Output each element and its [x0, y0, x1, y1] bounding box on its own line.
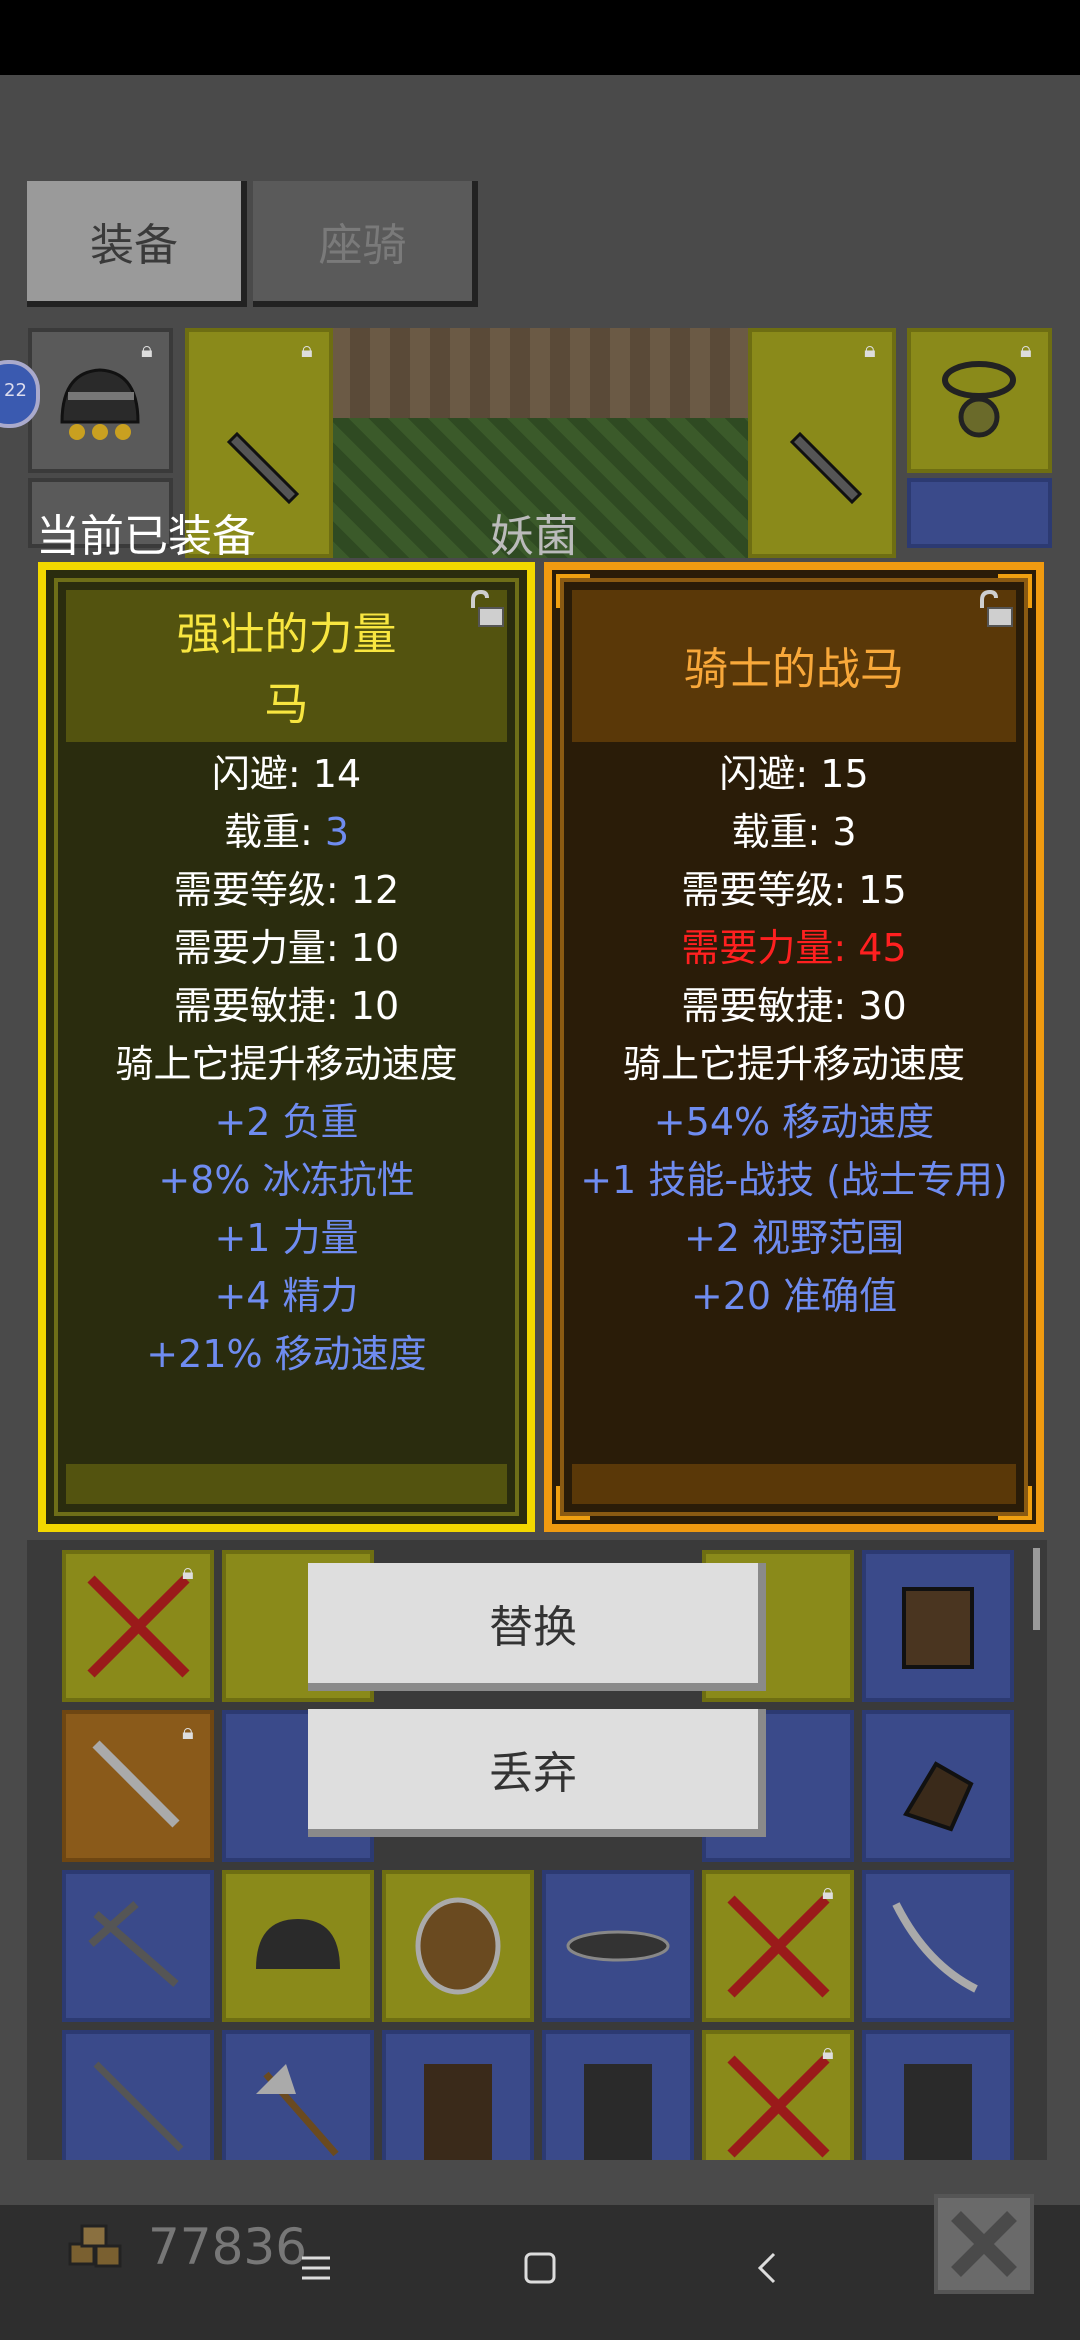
- bonus-line: +4 精力: [214, 1274, 359, 1318]
- equipped-mount-card: 强壮的力量马 闪避: 14 载重: 3 需要等级: 12 需要力量: 10 需要…: [38, 562, 535, 1532]
- stat-dodge: 闪避: 15: [719, 752, 869, 796]
- chest-armor-icon: [584, 2064, 652, 2160]
- bonus-line: +8% 冰冻抗性: [158, 1158, 415, 1202]
- inventory-slot[interactable]: [382, 1870, 534, 2022]
- inventory-slot[interactable]: [222, 2030, 374, 2160]
- gold-coins-icon: [68, 2224, 122, 2268]
- stat-required-strength: 需要力量: 10: [173, 926, 400, 970]
- level-badge-text: 22: [4, 380, 27, 401]
- location-label: 妖菌: [490, 511, 578, 562]
- back-icon: [757, 2252, 776, 2284]
- mount-name: 骑士的战马: [684, 644, 904, 695]
- card-bottom-band: [66, 1464, 507, 1504]
- inventory-slot[interactable]: [542, 1870, 694, 2022]
- mount-name-line1: 强壮的力量: [176, 609, 397, 660]
- mount-stats: 闪避: 14 载重: 3 需要等级: 12 需要力量: 10 需要敏捷: 10 …: [46, 745, 527, 1383]
- inventory-slot[interactable]: [862, 1870, 1014, 2022]
- lock-icon: 🔒︎: [141, 338, 153, 363]
- mount-name: 强壮的力量马: [66, 600, 507, 740]
- frame-corner-ornament: [998, 1486, 1032, 1520]
- card-bottom-band: [572, 1464, 1016, 1504]
- chest-armor-icon: [424, 2064, 492, 2160]
- inventory-slot[interactable]: [862, 1550, 1014, 1702]
- equip-slot-amulet[interactable]: 🔒︎: [907, 328, 1052, 473]
- inventory-slot[interactable]: 🔒︎: [62, 1550, 214, 1702]
- mount-description: 骑上它提升移动速度: [115, 1042, 458, 1086]
- frame-corner-ornament: [556, 1486, 590, 1520]
- stat-required-level: 需要等级: 12: [173, 868, 400, 912]
- bonus-line: +54% 移动速度: [653, 1100, 935, 1144]
- tab-mount[interactable]: 座骑: [253, 181, 478, 307]
- close-icon: [951, 2211, 1017, 2277]
- new-mount-card: 骑士的战马 闪避: 15 载重: 3 需要等级: 15 需要力量: 45 需要敏…: [544, 562, 1044, 1532]
- gauntlet-icon: [903, 1761, 974, 1832]
- stat-load: 载重: 3: [731, 810, 857, 854]
- lock-icon: 🔒︎: [822, 1880, 834, 1905]
- equip-slot-helmet[interactable]: 🔒︎: [28, 328, 173, 473]
- menu-icon: [302, 2256, 330, 2280]
- stat-required-level: 需要等级: 15: [681, 868, 907, 912]
- stat-load: 载重: 3: [223, 810, 350, 854]
- equip-slot-weapon-right[interactable]: 🔒︎: [748, 328, 896, 558]
- inventory-slot[interactable]: [62, 2030, 214, 2160]
- bonus-line: +20 准确值: [690, 1274, 898, 1318]
- shield-icon: [415, 1897, 501, 1995]
- belt-icon: [566, 1930, 670, 1962]
- drop-button[interactable]: 丢弃: [308, 1709, 766, 1837]
- inventory-slot[interactable]: 🔒︎: [702, 1870, 854, 2022]
- dagger-icon: [789, 431, 863, 505]
- inventory-slot[interactable]: [382, 2030, 534, 2160]
- scimitar-icon: [892, 1902, 978, 1993]
- inventory-slot[interactable]: 🔒︎: [62, 1710, 214, 1862]
- spear-icon: [93, 2061, 184, 2152]
- bonus-line: +1 技能-战技 (战士专用): [580, 1158, 1008, 1202]
- lock-icon: 🔒︎: [182, 1560, 194, 1585]
- inventory-slot[interactable]: [222, 1870, 374, 2022]
- lock-icon: 🔒︎: [1020, 338, 1032, 363]
- mount-description: 骑上它提升移动速度: [622, 1042, 965, 1086]
- lock-icon: 🔒︎: [182, 1720, 194, 1745]
- inventory-slot[interactable]: [862, 1710, 1014, 1862]
- lock-icon: 🔒︎: [822, 2040, 834, 2065]
- bonus-line: +2 负重: [214, 1100, 359, 1144]
- currently-equipped-label: 当前已装备: [36, 511, 256, 562]
- close-button[interactable]: [934, 2194, 1034, 2294]
- stat-required-agility: 需要敏捷: 10: [173, 984, 400, 1028]
- nav-back-button[interactable]: [738, 2238, 798, 2298]
- nav-home-button[interactable]: [510, 2238, 570, 2298]
- axe-icon: [256, 2064, 339, 2157]
- stat-required-agility: 需要敏捷: 30: [681, 984, 907, 1028]
- bonus-line: +21% 移动速度: [146, 1332, 427, 1376]
- inventory-slot[interactable]: 🔒︎: [702, 2030, 854, 2160]
- inventory-slot[interactable]: [542, 2030, 694, 2160]
- inventory-slot[interactable]: [62, 1870, 214, 2022]
- crossbow-icon: [88, 1901, 179, 1988]
- gold-amount: 77836: [148, 2218, 308, 2276]
- bonus-line: +1 力量: [214, 1216, 359, 1260]
- home-icon: [524, 2252, 556, 2284]
- bonus-line: +2 视野范围: [683, 1216, 905, 1260]
- equip-slot-ring[interactable]: [907, 478, 1052, 548]
- lock-icon: 🔒︎: [864, 338, 876, 363]
- chest-armor-icon: [904, 2064, 972, 2160]
- replace-button[interactable]: 替换: [308, 1563, 766, 1691]
- inventory-scrollbar[interactable]: [1033, 1548, 1040, 1630]
- helmet-icon: [256, 1919, 340, 1969]
- mount-name-line2: 马: [264, 679, 309, 730]
- tab-equipment[interactable]: 装备: [27, 181, 247, 307]
- nav-menu-button[interactable]: [286, 2238, 346, 2298]
- stat-dodge: 闪避: 14: [211, 752, 362, 796]
- lock-icon: 🔒︎: [301, 338, 313, 363]
- chest-armor-icon: [902, 1587, 974, 1669]
- character-preview-sky: [330, 328, 750, 418]
- inventory-slot[interactable]: [862, 2030, 1014, 2160]
- mount-stats: 闪避: 15 载重: 3 需要等级: 15 需要力量: 45 需要敏捷: 30 …: [552, 745, 1036, 1325]
- stat-required-strength-unmet: 需要力量: 45: [681, 926, 907, 970]
- status-bar: [0, 0, 1080, 75]
